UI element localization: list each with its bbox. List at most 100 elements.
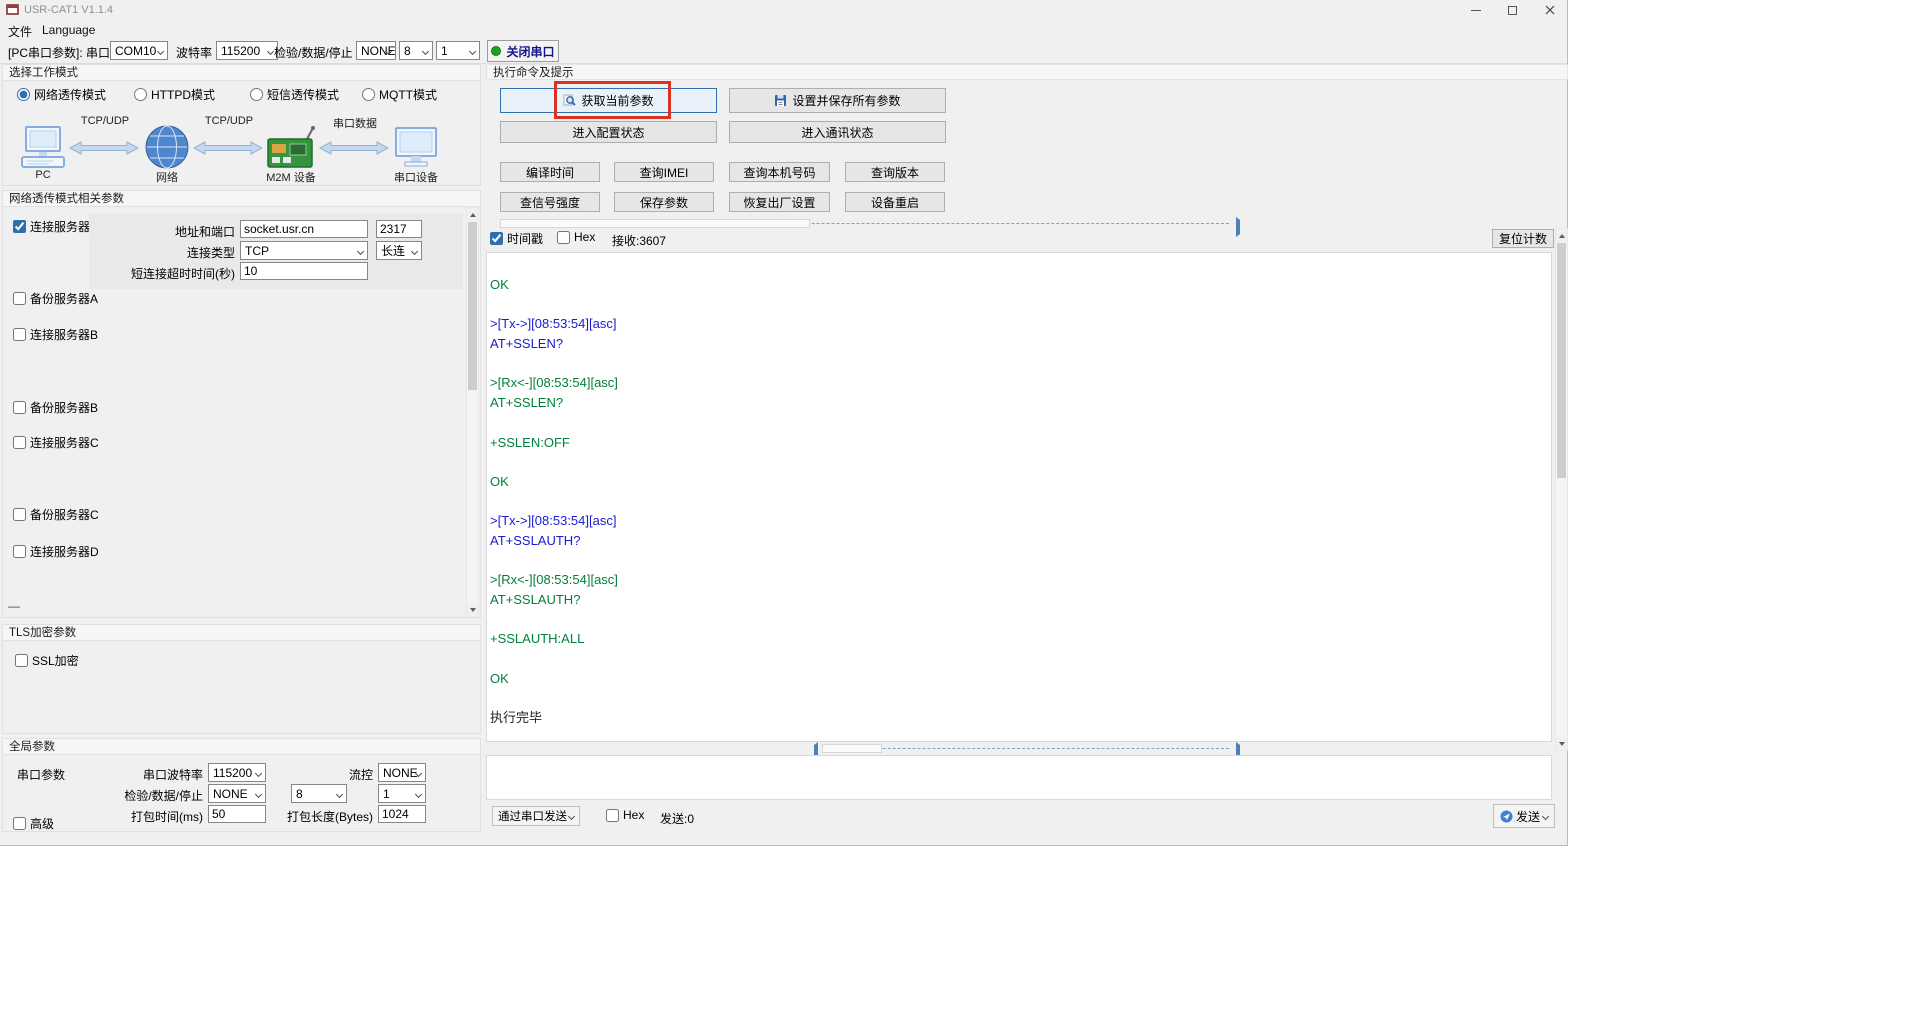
scroll-down-button[interactable]	[1556, 737, 1567, 750]
radio-sms-input[interactable]	[250, 88, 263, 101]
server-a-address-input[interactable]	[240, 220, 368, 238]
enter-config-state-button[interactable]: 进入配置状态	[500, 121, 717, 143]
scroll-up-button[interactable]	[467, 208, 478, 221]
checkbox-hex-send-input[interactable]	[606, 808, 619, 822]
save-params-button[interactable]: 保存参数	[614, 192, 714, 212]
checkbox-backup-server-c-input[interactable]	[13, 508, 26, 521]
annotation-red-box	[554, 81, 671, 119]
enter-comm-state-button[interactable]: 进入通讯状态	[729, 121, 946, 143]
log-line: OK	[490, 473, 509, 489]
scroll-down-button[interactable]	[467, 603, 478, 616]
radio-sms-passthrough-mode[interactable]: 短信透传模式	[250, 86, 339, 103]
global-parity-select[interactable]: NONE	[208, 784, 266, 803]
radio-net-passthrough-input[interactable]	[17, 88, 30, 101]
checkbox-advanced-input[interactable]	[13, 817, 26, 830]
scrollbar-thumb[interactable]	[468, 222, 477, 390]
flow-control-label: 流控	[348, 768, 373, 782]
checkbox-backup-server-c[interactable]: 备份服务器C	[13, 506, 99, 523]
global-baud-select[interactable]: 115200	[208, 763, 266, 782]
pack-time-label: 打包时间(ms)	[131, 810, 203, 824]
pack-time-input[interactable]	[208, 805, 266, 823]
chevron-down-icon	[1541, 812, 1550, 820]
sent-counter: 发送:0	[660, 812, 695, 826]
checkbox-hex-receive-input[interactable]	[557, 230, 570, 244]
parity-select[interactable]: NONE	[356, 41, 396, 60]
close-serial-port-button[interactable]: 关闭串口	[487, 40, 559, 62]
checkbox-connect-server-a[interactable]: 连接服务器A	[13, 218, 98, 235]
radio-httpd-input[interactable]	[134, 88, 147, 101]
checkbox-hex-send[interactable]: Hex	[606, 808, 644, 822]
hscrollbar-thumb[interactable]	[822, 744, 882, 753]
global-stopbits-select[interactable]: 1	[378, 784, 426, 803]
factory-reset-button[interactable]: 恢复出厂设置	[729, 192, 830, 212]
stop-bits-select[interactable]: 1	[436, 41, 480, 60]
send-area-hscrollbar[interactable]	[813, 742, 1241, 762]
radio-httpd-mode[interactable]: HTTPD模式	[134, 86, 215, 103]
compile-time-button[interactable]: 编译时间	[500, 162, 600, 182]
command-area-hscrollbar[interactable]	[500, 217, 1241, 237]
checkbox-connect-server-d[interactable]: 连接服务器D	[13, 543, 99, 560]
menu-language[interactable]: Language	[42, 23, 95, 37]
query-phone-number-button[interactable]: 查询本机号码	[729, 162, 830, 182]
checkbox-connect-server-b-input[interactable]	[13, 328, 26, 341]
send-input-area[interactable]	[486, 755, 1552, 800]
receive-log[interactable]: OK >[Tx->][08:53:54][asc] AT+SSLEN? >[Rx…	[486, 252, 1552, 742]
hscrollbar-thumb[interactable]	[500, 219, 810, 228]
send-button[interactable]: 发送	[1493, 804, 1555, 828]
log-line: AT+SSLAUTH?	[490, 532, 581, 548]
label: MQTT模式	[379, 88, 437, 102]
radio-net-passthrough-mode[interactable]: 网络透传模式	[17, 86, 106, 103]
checkbox-ssl-input[interactable]	[15, 654, 28, 667]
server-a-port-input[interactable]	[376, 220, 422, 238]
checkbox-ssl-encryption[interactable]: SSL加密	[15, 652, 79, 669]
checkbox-backup-server-a[interactable]: 备份服务器A	[13, 290, 98, 307]
close-button[interactable]	[1531, 0, 1568, 20]
global-databits-select[interactable]: 8	[291, 784, 347, 803]
data-bits-select[interactable]: 8	[399, 41, 433, 60]
query-version-button[interactable]: 查询版本	[845, 162, 945, 182]
label: Hex	[574, 230, 596, 244]
checkbox-connect-server-a-input[interactable]	[13, 220, 26, 233]
checkbox-backup-server-b[interactable]: 备份服务器B	[13, 399, 98, 416]
checkbox-connect-server-c-input[interactable]	[13, 436, 26, 449]
triangle-down-icon	[1558, 741, 1565, 746]
query-signal-button[interactable]: 查信号强度	[500, 192, 600, 212]
keepalive-select[interactable]: 长连	[376, 241, 422, 260]
query-imei-button[interactable]: 查询IMEI	[614, 162, 714, 182]
flow-control-select[interactable]: NONE	[378, 763, 426, 782]
checkbox-connect-server-c[interactable]: 连接服务器C	[13, 434, 99, 451]
serial-device-icon	[395, 127, 437, 167]
checkbox-advanced[interactable]: 高级	[13, 815, 54, 832]
checkbox-backup-server-a-input[interactable]	[13, 292, 26, 305]
radio-mqtt-input[interactable]	[362, 88, 375, 101]
net-params-scrollbar[interactable]	[466, 207, 479, 617]
conn-type-select[interactable]: TCP	[240, 241, 368, 260]
set-save-all-params-button[interactable]: 设置并保存所有参数	[729, 88, 946, 113]
log-vscrollbar[interactable]	[1555, 228, 1568, 751]
device-reboot-button[interactable]: 设备重启	[845, 192, 945, 212]
checkbox-connect-server-b[interactable]: 连接服务器B	[13, 326, 98, 343]
scroll-up-button[interactable]	[1556, 229, 1567, 242]
menu-file[interactable]: 文件	[8, 23, 32, 40]
label: 短信透传模式	[267, 88, 340, 102]
checkbox-hex-receive[interactable]: Hex	[557, 230, 595, 244]
log-line: +SSLAUTH:ALL	[490, 631, 585, 647]
send-via-serial-dropdown[interactable]: 通过串口发送	[492, 806, 580, 826]
checkbox-timestamp[interactable]: 时间戳	[490, 230, 543, 247]
close-icon	[1545, 5, 1554, 15]
scroll-right-button[interactable]	[1236, 217, 1240, 237]
radio-mqtt-mode[interactable]: MQTT模式	[362, 86, 437, 103]
pack-length-input[interactable]	[378, 805, 426, 823]
baud-rate-select[interactable]: 115200	[216, 41, 278, 60]
maximize-button[interactable]	[1494, 0, 1531, 20]
reset-counter-button[interactable]: 复位计数	[1492, 229, 1554, 248]
scrollbar-thumb[interactable]	[1557, 243, 1566, 478]
checkbox-connect-server-d-input[interactable]	[13, 545, 26, 558]
timeout-input[interactable]	[240, 262, 368, 280]
com-port-select[interactable]: COM10	[110, 41, 168, 60]
checkbox-backup-server-b-input[interactable]	[13, 401, 26, 414]
checkbox-timestamp-input[interactable]	[490, 232, 503, 245]
minimize-button[interactable]	[1457, 0, 1494, 20]
